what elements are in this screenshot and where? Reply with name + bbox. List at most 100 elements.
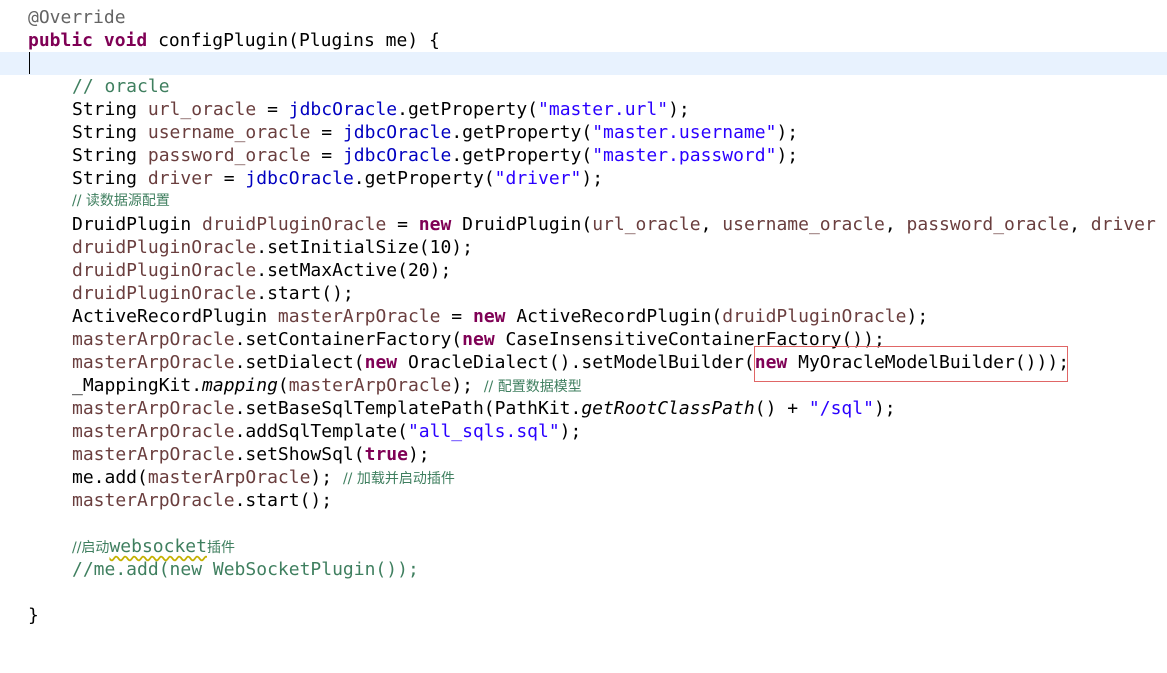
code-token: masterArpOracle [72,444,235,465]
code-token: = [256,99,289,120]
keyword: public [28,30,94,51]
code-line: //启动websocket插件 [0,535,1167,558]
code-token: .setMaxActive(20); [256,260,452,281]
code-line: String url_oracle = jdbcOracle.getProper… [0,98,1167,121]
code-line: druidPluginOracle.setMaxActive(20); [0,259,1167,282]
comment: //me.add(new WebSocketPlugin()); [72,559,419,580]
code-token: "/sql" [808,398,874,419]
code-token: new [418,214,452,235]
code-token: = [310,145,343,166]
code-token: password_oracle [147,145,311,166]
code-text: _MappingKit.mapping(masterArpOracle); //… [72,374,582,399]
code-editor[interactable]: @Override public void configPlugin(Plugi… [0,0,1167,629]
code-token: masterArpOracle [72,398,235,419]
code-text: String username_oracle = jdbcOracle.getP… [72,121,798,144]
code-token: me.add( [72,467,148,488]
code-line: String username_oracle = jdbcOracle.getP… [0,121,1167,144]
code-text: public void configPlugin(Plugins me) { [28,29,440,52]
code-token: .setBaseSqlTemplatePath(PathKit. [234,398,582,419]
closing-brace: } [28,605,39,626]
code-token: druidPluginOracle [72,260,257,281]
code-token: DruidPlugin [72,214,203,235]
code-token: "master.password" [592,145,777,166]
code-line: } [0,604,1167,627]
code-text: masterArpOracle.addSqlTemplate("all_sqls… [72,420,581,443]
code-token: "master.username" [592,122,777,143]
code-line: //me.add(new WebSocketPlugin()); [0,558,1167,581]
code-text: masterArpOracle.setBaseSqlTemplatePath(P… [72,397,896,420]
code-token: ); [668,99,690,120]
code-token: = [212,168,246,189]
code-token: .setShowSql( [234,444,365,465]
code-token: masterArpOracle [147,467,311,488]
code-line: String driver = jdbcOracle.getProperty("… [0,167,1167,190]
code-token: druidPluginOracle [72,237,257,258]
code-token: = [386,214,419,235]
code-line: masterArpOracle.setDialect(new OracleDia… [0,351,1167,374]
code-line: masterArpOracle.setBaseSqlTemplatePath(P… [0,397,1167,420]
code-token: jdbcOracle [245,168,354,189]
code-text: String driver = jdbcOracle.getProperty("… [72,167,603,190]
code-token: .setDialect( [234,352,365,373]
code-token: CaseInsensitiveContainerFactory()); [494,329,885,350]
comment: // 读数据源配置 [72,193,170,209]
code-token: .getProperty( [451,145,593,166]
code-token: username_oracle [722,214,885,235]
code-token: ); [776,122,799,143]
code-token: new [462,329,495,350]
code-token: new [364,352,398,373]
code-text: DruidPlugin druidPluginOracle = new Drui… [72,213,1156,236]
current-line-highlight [0,52,1167,75]
code-text: String password_oracle = jdbcOracle.getP… [72,144,798,167]
code-text: masterArpOracle.start(); [72,489,332,512]
code-token: ); [581,168,604,189]
code-token: mapping [202,375,278,396]
code-token: DruidPlugin( [451,214,593,235]
code-token: = [310,122,343,143]
code-token: MyOracleModelBuilder())); [787,352,1070,373]
code-line: // 读数据源配置 [0,190,1167,213]
code-token: //启动 [72,540,110,556]
code-token: // 配置数据模型 [483,379,582,395]
code-token: .getProperty( [353,168,495,189]
code-token: druidPluginOracle [202,214,387,235]
code-token: new [472,306,506,327]
code-token: jdbcOracle [288,99,398,120]
code-token: url_oracle [592,214,701,235]
code-line: masterArpOracle.setContainerFactory(new … [0,328,1167,351]
code-token: ActiveRecordPlugin [72,306,278,327]
code-line: druidPluginOracle.start(); [0,282,1167,305]
code-text: masterArpOracle.setShowSql(true); [72,443,430,466]
code-text: druidPluginOracle.setMaxActive(20); [72,259,451,282]
code-token: () + [754,398,809,419]
method-signature: configPlugin(Plugins me) { [147,30,440,51]
code-token: masterArpOracle [277,306,441,327]
code-line: masterArpOracle.addSqlTemplate("all_sqls… [0,420,1167,443]
annotation-override: @Override [28,7,126,28]
code-text: me.add(masterArpOracle); // 加载并启动插件 [72,466,455,491]
text-caret [29,52,30,74]
code-text: masterArpOracle.setContainerFactory(new … [72,328,885,351]
code-line: druidPluginOracle.setInitialSize(10); [0,236,1167,259]
code-line: me.add(masterArpOracle); // 加载并启动插件 [0,466,1167,489]
code-token: ( [277,375,289,396]
code-token: ); [873,398,896,419]
code-token: ActiveRecordPlugin( [505,306,723,327]
code-token: true [364,444,408,465]
code-token: String [72,168,148,189]
code-token: = [440,306,473,327]
code-token: druidPluginOracle [722,306,907,327]
code-line: masterArpOracle.start(); [0,489,1167,512]
code-token: ); [776,145,799,166]
code-token: String [72,99,148,120]
code-line: masterArpOracle.setShowSql(true); [0,443,1167,466]
code-text: druidPluginOracle.setInitialSize(10); [72,236,473,259]
code-line: DruidPlugin druidPluginOracle = new Drui… [0,213,1167,236]
code-line: String password_oracle = jdbcOracle.getP… [0,144,1167,167]
code-line: public void configPlugin(Plugins me) { [0,29,1167,52]
code-token: .setContainerFactory( [234,329,463,350]
code-token: "all_sqls.sql" [407,421,560,442]
code-text: String url_oracle = jdbcOracle.getProper… [72,98,690,121]
code-token: ); [407,444,430,465]
code-token: driver [1090,214,1156,235]
